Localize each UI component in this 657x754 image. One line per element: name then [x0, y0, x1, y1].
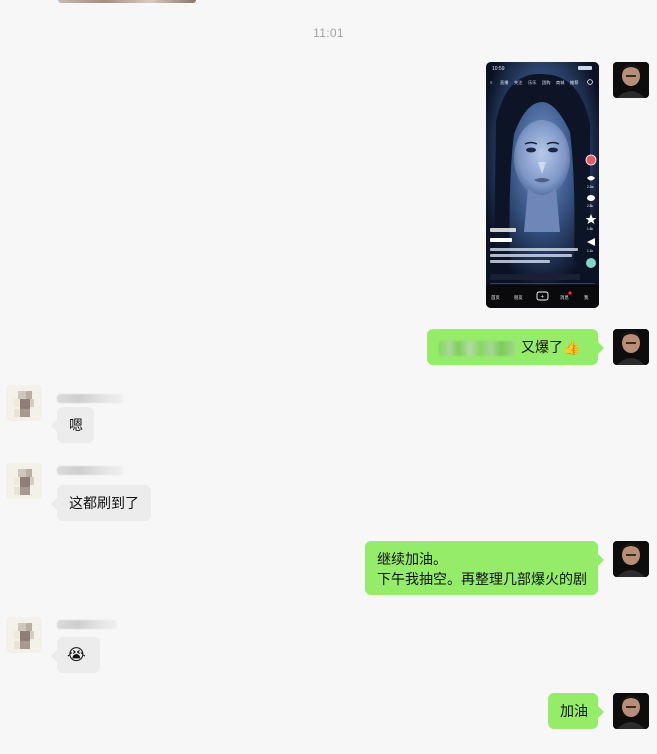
nav-me: 我	[584, 294, 589, 300]
nav-plus: +	[541, 295, 545, 301]
message-bubble[interactable]: 又爆了👍	[427, 329, 604, 365]
message-bubble[interactable]: 继续加油。 下午我抽空。再整理几部爆火的剧	[365, 541, 604, 595]
message-text: 加油	[560, 703, 588, 719]
my-avatar[interactable]	[613, 62, 649, 98]
count-likes: 2.3w	[587, 185, 594, 189]
contact-avatar[interactable]	[6, 385, 42, 421]
status-time: 10:59	[492, 66, 505, 72]
message-bubble[interactable]: 这都刷到了	[51, 485, 151, 521]
chat-window: 11:01 10:59 ≡ 直播 关注 乐乐 团购 商城 推荐 2.3w 2.8…	[0, 0, 657, 754]
nav-messages: 消息	[560, 294, 569, 301]
message-text: 嗯	[69, 417, 83, 433]
sender-name-redacted	[57, 394, 123, 403]
message-line: 继续加油。	[377, 551, 447, 567]
my-avatar[interactable]	[613, 329, 649, 365]
tab-4: 商城	[556, 79, 565, 86]
message-bubble[interactable]: 嗯	[51, 407, 94, 443]
nav-friends: 朋友	[514, 294, 523, 301]
tab-5: 推荐	[570, 79, 578, 86]
redacted-text	[439, 340, 515, 356]
sender-name-redacted	[57, 620, 117, 629]
count-shares: 1.1k	[587, 249, 593, 253]
phone-screenshot-image[interactable]: 10:59 ≡ 直播 关注 乐乐 团购 商城 推荐 2.3w 2.8k 1.5k	[486, 62, 599, 308]
tab-3: 团购	[542, 79, 550, 86]
crying-emoji-icon: 😭	[67, 647, 86, 664]
nav-home: 首页	[491, 294, 500, 301]
message-line: 下午我抽空。再整理几部爆火的剧	[377, 571, 587, 587]
contact-avatar[interactable]	[6, 617, 42, 653]
my-avatar[interactable]	[613, 541, 649, 577]
my-avatar[interactable]	[613, 693, 649, 729]
message-text: 又爆了👍	[521, 339, 581, 355]
sender-name-redacted	[57, 466, 123, 475]
tab-0: 直播	[500, 79, 509, 86]
message-bubble[interactable]: 😭	[51, 637, 100, 673]
tab-1: 关注	[514, 79, 523, 86]
count-comments: 2.8k	[587, 204, 593, 208]
count-favorites: 1.5k	[587, 227, 593, 231]
contact-avatar[interactable]	[6, 463, 42, 499]
message-bubble[interactable]: 加油	[548, 693, 604, 729]
tab-2: 乐乐	[528, 79, 536, 85]
message-text: 这都刷到了	[69, 495, 139, 511]
timestamp: 11:01	[313, 26, 344, 40]
previous-image-edge	[58, 0, 196, 3]
